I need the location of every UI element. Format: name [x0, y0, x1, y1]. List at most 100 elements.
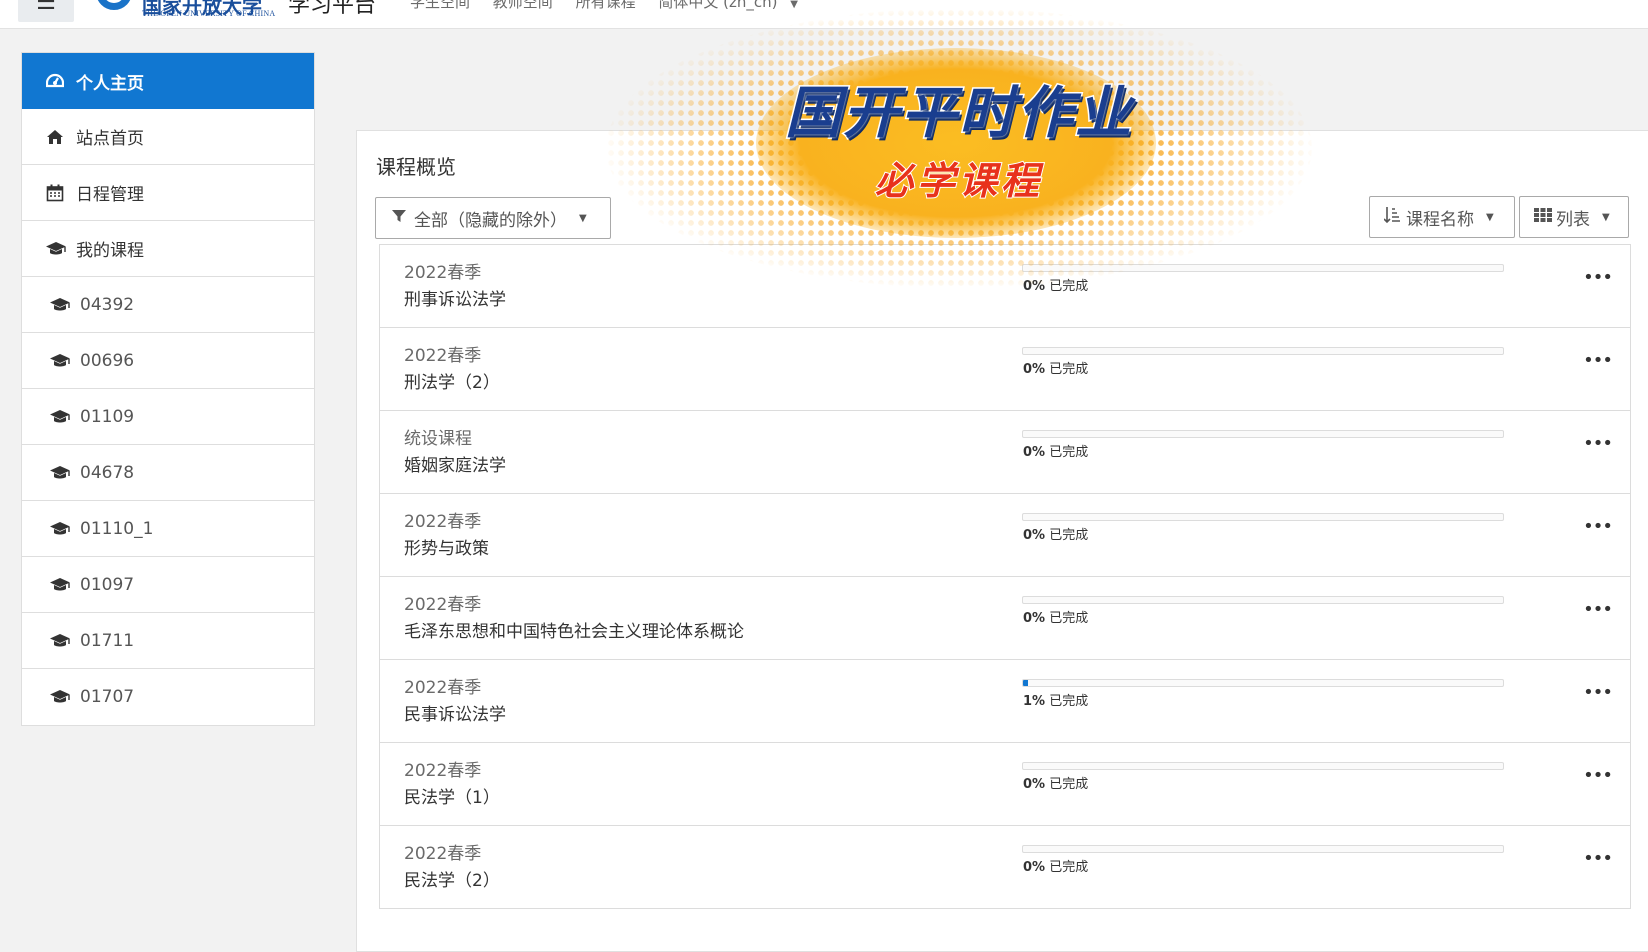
progress-suffix: 已完成 [1049, 611, 1089, 626]
top-nav-links: 学生空间 教师空间 所有课程 简体中文 (zh_cn) ▼ [410, 0, 816, 12]
graduation-cap-icon [50, 669, 70, 725]
progress-bar [1022, 347, 1504, 355]
filter-dropdown-button[interactable]: 全部（隐藏的除外） ▼ [375, 197, 611, 239]
course-term: 2022春季 [404, 595, 482, 615]
course-row[interactable]: 2022春季 民法学（1） 0% 已完成 ••• [379, 743, 1631, 826]
course-term: 2022春季 [404, 761, 482, 781]
progress-suffix: 已完成 [1049, 445, 1089, 460]
course-term: 统设课程 [404, 429, 472, 449]
sidebar-item-site-home[interactable]: 站点首页 [22, 109, 314, 165]
more-actions-icon[interactable]: ••• [1583, 433, 1613, 454]
sidebar-course-01707[interactable]: 01707 [22, 669, 314, 725]
sidebar-item-my-courses[interactable]: 我的课程 [22, 221, 314, 277]
course-name-link[interactable]: 刑法学（2） [404, 368, 500, 393]
view-label: 列表 [1556, 209, 1590, 230]
progress-text: 0% 已完成 [1023, 524, 1088, 543]
progress-suffix: 已完成 [1049, 362, 1089, 377]
sidebar-item-calendar[interactable]: 日程管理 [22, 165, 314, 221]
progress-text: 0% 已完成 [1023, 441, 1088, 460]
sidebar-course-04392[interactable]: 04392 [22, 277, 314, 333]
progress-percent: 0% [1023, 362, 1046, 377]
sidebar-item-dashboard[interactable]: 个人主页 [22, 53, 314, 109]
sidebar-course-01109[interactable]: 01109 [22, 389, 314, 445]
sidebar-course-label: 00696 [80, 350, 135, 371]
course-name-link[interactable]: 民事诉讼法学 [404, 700, 506, 725]
more-actions-icon[interactable]: ••• [1583, 599, 1613, 620]
graduation-cap-icon [50, 613, 70, 669]
course-name-link[interactable]: 婚姻家庭法学 [404, 451, 506, 476]
view-dropdown-button[interactable]: 列表 ▼ [1519, 196, 1629, 238]
sidebar-item-label: 站点首页 [76, 129, 144, 149]
language-selector[interactable]: 简体中文 (zh_cn) [658, 0, 777, 11]
filter-label: 全部（隐藏的除外） [414, 210, 567, 231]
filter-icon [392, 208, 406, 228]
progress-bar [1022, 264, 1504, 272]
more-actions-icon[interactable]: ••• [1583, 350, 1613, 371]
progress-bar [1022, 762, 1504, 770]
course-name-link[interactable]: 毛泽东思想和中国特色社会主义理论体系概论 [404, 617, 744, 642]
course-row[interactable]: 2022春季 民事诉讼法学 1% 已完成 ••• [379, 660, 1631, 743]
sidebar-course-01110_1[interactable]: 01110_1 [22, 501, 314, 557]
sidebar-course-label: 04678 [80, 462, 135, 483]
nav-link-teacher-space[interactable]: 教师空间 [493, 0, 553, 11]
menu-toggle-button[interactable]: ☰ [18, 0, 74, 22]
progress-percent: 0% [1023, 279, 1046, 294]
graduation-cap-icon [50, 389, 70, 445]
course-overview-card: 课程概览 全部（隐藏的除外） ▼ 课程名称 ▼ 列表 ▼ 2022春季 刑事诉讼法… [356, 130, 1648, 952]
progress-text: 0% 已完成 [1023, 607, 1088, 626]
chevron-down-icon: ▼ [1602, 211, 1610, 223]
course-term: 2022春季 [404, 844, 482, 864]
course-term: 2022春季 [404, 263, 482, 283]
course-term: 2022春季 [404, 346, 482, 366]
progress-bar-fill [1023, 680, 1028, 686]
progress-suffix: 已完成 [1049, 528, 1089, 543]
sidebar-course-01711[interactable]: 01711 [22, 613, 314, 669]
dashboard-icon [46, 53, 64, 109]
more-actions-icon[interactable]: ••• [1583, 765, 1613, 786]
more-actions-icon[interactable]: ••• [1583, 682, 1613, 703]
progress-suffix: 已完成 [1049, 777, 1089, 792]
sidebar-nav: 个人主页 站点首页 日程管理 我的课程 04392 00696 01109 04678… [21, 52, 315, 726]
top-navbar: ☰ 国家开放大学 THE OPEN UNIVERSITY OF CHINA 学习… [0, 0, 1648, 29]
sidebar-item-label: 个人主页 [76, 73, 144, 94]
course-list: 2022春季 刑事诉讼法学 0% 已完成 ••• 2022春季 刑法学（2） 0% 已完成 •… [379, 244, 1631, 909]
nav-link-all-courses[interactable]: 所有课程 [576, 0, 636, 11]
site-name: 学习平台 [288, 0, 377, 18]
graduation-cap-icon [50, 333, 70, 389]
course-row[interactable]: 统设课程 婚姻家庭法学 0% 已完成 ••• [379, 411, 1631, 494]
graduation-cap-icon [50, 277, 70, 333]
hamburger-icon: ☰ [36, 0, 56, 15]
course-name-link[interactable]: 民法学（2） [404, 866, 500, 891]
course-name-link[interactable]: 民法学（1） [404, 783, 500, 808]
course-row[interactable]: 2022春季 刑法学（2） 0% 已完成 ••• [379, 328, 1631, 411]
more-actions-icon[interactable]: ••• [1583, 267, 1613, 288]
sidebar-course-label: 01097 [80, 574, 135, 595]
sidebar-course-04678[interactable]: 04678 [22, 445, 314, 501]
progress-suffix: 已完成 [1049, 860, 1089, 875]
more-actions-icon[interactable]: ••• [1583, 848, 1613, 869]
course-name-link[interactable]: 形势与政策 [404, 534, 489, 559]
graduation-cap-icon [50, 557, 70, 613]
chevron-down-icon: ▼ [790, 0, 798, 10]
grid-icon [1534, 207, 1552, 227]
sort-dropdown-button[interactable]: 课程名称 ▼ [1369, 196, 1515, 238]
graduation-cap-icon [46, 221, 66, 277]
nav-link-student-space[interactable]: 学生空间 [410, 0, 470, 11]
course-row[interactable]: 2022春季 毛泽东思想和中国特色社会主义理论体系概论 0% 已完成 ••• [379, 577, 1631, 660]
calendar-icon [46, 165, 64, 221]
progress-bar [1022, 430, 1504, 438]
progress-bar [1022, 845, 1504, 853]
more-actions-icon[interactable]: ••• [1583, 516, 1613, 537]
home-icon [46, 109, 64, 165]
course-row[interactable]: 2022春季 形势与政策 0% 已完成 ••• [379, 494, 1631, 577]
sidebar-course-01097[interactable]: 01097 [22, 557, 314, 613]
progress-percent: 0% [1023, 777, 1046, 792]
sidebar-course-00696[interactable]: 00696 [22, 333, 314, 389]
progress-text: 0% 已完成 [1023, 856, 1088, 875]
course-row[interactable]: 2022春季 民法学（2） 0% 已完成 ••• [379, 826, 1631, 909]
progress-bar [1022, 679, 1504, 687]
university-logo-icon[interactable] [96, 0, 132, 10]
course-row[interactable]: 2022春季 刑事诉讼法学 0% 已完成 ••• [379, 245, 1631, 328]
course-name-link[interactable]: 刑事诉讼法学 [404, 285, 506, 310]
progress-percent: 0% [1023, 611, 1046, 626]
